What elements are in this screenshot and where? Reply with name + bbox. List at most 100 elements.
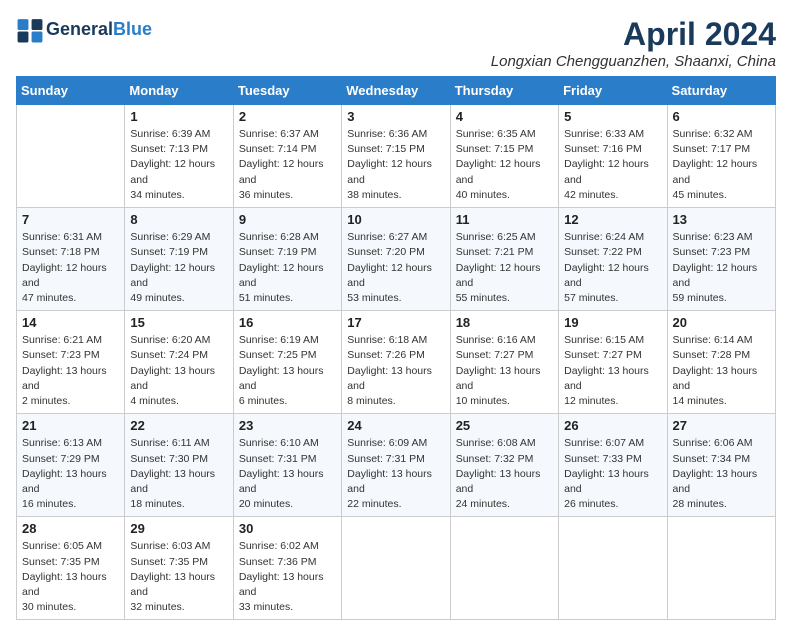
weekday-header: Sunday bbox=[17, 77, 125, 105]
calendar-cell: 11 Sunrise: 6:25 AMSunset: 7:21 PMDayligh… bbox=[450, 208, 558, 311]
day-number: 24 bbox=[347, 418, 444, 433]
weekday-header: Saturday bbox=[667, 77, 775, 105]
day-info: Sunrise: 6:24 AMSunset: 7:22 PMDaylight:… bbox=[564, 230, 661, 306]
day-number: 22 bbox=[130, 418, 227, 433]
calendar-cell: 14 Sunrise: 6:21 AMSunset: 7:23 PMDayligh… bbox=[17, 311, 125, 414]
day-info: Sunrise: 6:28 AMSunset: 7:19 PMDaylight:… bbox=[239, 230, 336, 306]
day-number: 1 bbox=[130, 109, 227, 124]
day-number: 4 bbox=[456, 109, 553, 124]
day-info: Sunrise: 6:39 AMSunset: 7:13 PMDaylight:… bbox=[130, 127, 227, 203]
day-number: 29 bbox=[130, 521, 227, 536]
day-number: 2 bbox=[239, 109, 336, 124]
day-info: Sunrise: 6:07 AMSunset: 7:33 PMDaylight:… bbox=[564, 436, 661, 512]
day-info: Sunrise: 6:13 AMSunset: 7:29 PMDaylight:… bbox=[22, 436, 119, 512]
calendar-cell: 15 Sunrise: 6:20 AMSunset: 7:24 PMDayligh… bbox=[125, 311, 233, 414]
page-header: GeneralBlue April 2024 Longxian Chenggua… bbox=[16, 16, 776, 70]
day-number: 25 bbox=[456, 418, 553, 433]
day-info: Sunrise: 6:03 AMSunset: 7:35 PMDaylight:… bbox=[130, 539, 227, 615]
calendar-cell: 4 Sunrise: 6:35 AMSunset: 7:15 PMDaylight… bbox=[450, 105, 558, 208]
calendar-cell: 25 Sunrise: 6:08 AMSunset: 7:32 PMDayligh… bbox=[450, 414, 558, 517]
day-info: Sunrise: 6:08 AMSunset: 7:32 PMDaylight:… bbox=[456, 436, 553, 512]
day-number: 5 bbox=[564, 109, 661, 124]
day-info: Sunrise: 6:35 AMSunset: 7:15 PMDaylight:… bbox=[456, 127, 553, 203]
day-number: 15 bbox=[130, 315, 227, 330]
calendar-table: SundayMondayTuesdayWednesdayThursdayFrid… bbox=[16, 76, 776, 620]
calendar-cell: 7Sunrise: 6:31 AMSunset: 7:18 PMDaylight… bbox=[17, 208, 125, 311]
day-number: 6 bbox=[673, 109, 770, 124]
calendar-cell: 24 Sunrise: 6:09 AMSunset: 7:31 PMDayligh… bbox=[342, 414, 450, 517]
title-area: April 2024 Longxian Chengguanzhen, Shaan… bbox=[491, 16, 776, 70]
day-number: 7 bbox=[22, 212, 119, 227]
calendar-cell: 28Sunrise: 6:05 AMSunset: 7:35 PMDayligh… bbox=[17, 517, 125, 620]
logo-text: GeneralBlue bbox=[46, 20, 152, 40]
day-info: Sunrise: 6:21 AMSunset: 7:23 PMDaylight:… bbox=[22, 333, 119, 409]
day-number: 19 bbox=[564, 315, 661, 330]
calendar-cell: 5 Sunrise: 6:33 AMSunset: 7:16 PMDaylight… bbox=[559, 105, 667, 208]
day-info: Sunrise: 6:14 AMSunset: 7:28 PMDaylight:… bbox=[673, 333, 770, 409]
calendar-cell: 26Sunrise: 6:07 AMSunset: 7:33 PMDayligh… bbox=[559, 414, 667, 517]
month-title: April 2024 bbox=[491, 16, 776, 53]
calendar-cell: 17 Sunrise: 6:18 AMSunset: 7:26 PMDayligh… bbox=[342, 311, 450, 414]
day-number: 18 bbox=[456, 315, 553, 330]
day-number: 20 bbox=[673, 315, 770, 330]
calendar-cell: 3 Sunrise: 6:36 AMSunset: 7:15 PMDaylight… bbox=[342, 105, 450, 208]
day-number: 3 bbox=[347, 109, 444, 124]
calendar-week-row: 28Sunrise: 6:05 AMSunset: 7:35 PMDayligh… bbox=[17, 517, 776, 620]
calendar-cell: 19 Sunrise: 6:15 AMSunset: 7:27 PMDayligh… bbox=[559, 311, 667, 414]
calendar-cell: 2 Sunrise: 6:37 AMSunset: 7:14 PMDaylight… bbox=[233, 105, 341, 208]
calendar-cell: 29 Sunrise: 6:03 AMSunset: 7:35 PMDayligh… bbox=[125, 517, 233, 620]
calendar-cell: 12 Sunrise: 6:24 AMSunset: 7:22 PMDayligh… bbox=[559, 208, 667, 311]
day-number: 11 bbox=[456, 212, 553, 227]
weekday-header: Wednesday bbox=[342, 77, 450, 105]
calendar-cell bbox=[342, 517, 450, 620]
day-number: 14 bbox=[22, 315, 119, 330]
day-info: Sunrise: 6:23 AMSunset: 7:23 PMDaylight:… bbox=[673, 230, 770, 306]
day-info: Sunrise: 6:20 AMSunset: 7:24 PMDaylight:… bbox=[130, 333, 227, 409]
calendar-cell: 18 Sunrise: 6:16 AMSunset: 7:27 PMDayligh… bbox=[450, 311, 558, 414]
day-number: 8 bbox=[130, 212, 227, 227]
day-number: 16 bbox=[239, 315, 336, 330]
calendar-cell: 27Sunrise: 6:06 AMSunset: 7:34 PMDayligh… bbox=[667, 414, 775, 517]
location-text: Longxian Chengguanzhen, Shaanxi, China bbox=[491, 53, 776, 70]
day-number: 30 bbox=[239, 521, 336, 536]
calendar-header-row: SundayMondayTuesdayWednesdayThursdayFrid… bbox=[17, 77, 776, 105]
calendar-cell: 16 Sunrise: 6:19 AMSunset: 7:25 PMDayligh… bbox=[233, 311, 341, 414]
weekday-header: Thursday bbox=[450, 77, 558, 105]
calendar-cell: 8 Sunrise: 6:29 AMSunset: 7:19 PMDaylight… bbox=[125, 208, 233, 311]
day-number: 17 bbox=[347, 315, 444, 330]
day-info: Sunrise: 6:25 AMSunset: 7:21 PMDaylight:… bbox=[456, 230, 553, 306]
day-number: 12 bbox=[564, 212, 661, 227]
calendar-cell: 10Sunrise: 6:27 AMSunset: 7:20 PMDayligh… bbox=[342, 208, 450, 311]
calendar-cell: 21Sunrise: 6:13 AMSunset: 7:29 PMDayligh… bbox=[17, 414, 125, 517]
day-info: Sunrise: 6:15 AMSunset: 7:27 PMDaylight:… bbox=[564, 333, 661, 409]
day-number: 13 bbox=[673, 212, 770, 227]
calendar-cell bbox=[450, 517, 558, 620]
day-info: Sunrise: 6:29 AMSunset: 7:19 PMDaylight:… bbox=[130, 230, 227, 306]
calendar-week-row: 1 Sunrise: 6:39 AMSunset: 7:13 PMDaylight… bbox=[17, 105, 776, 208]
day-info: Sunrise: 6:19 AMSunset: 7:25 PMDaylight:… bbox=[239, 333, 336, 409]
day-info: Sunrise: 6:02 AMSunset: 7:36 PMDaylight:… bbox=[239, 539, 336, 615]
day-info: Sunrise: 6:36 AMSunset: 7:15 PMDaylight:… bbox=[347, 127, 444, 203]
day-info: Sunrise: 6:32 AMSunset: 7:17 PMDaylight:… bbox=[673, 127, 770, 203]
calendar-cell: 22Sunrise: 6:11 AMSunset: 7:30 PMDayligh… bbox=[125, 414, 233, 517]
calendar-cell: 23 Sunrise: 6:10 AMSunset: 7:31 PMDayligh… bbox=[233, 414, 341, 517]
day-info: Sunrise: 6:16 AMSunset: 7:27 PMDaylight:… bbox=[456, 333, 553, 409]
calendar-cell bbox=[17, 105, 125, 208]
weekday-header: Monday bbox=[125, 77, 233, 105]
calendar-week-row: 21Sunrise: 6:13 AMSunset: 7:29 PMDayligh… bbox=[17, 414, 776, 517]
day-info: Sunrise: 6:09 AMSunset: 7:31 PMDaylight:… bbox=[347, 436, 444, 512]
day-info: Sunrise: 6:33 AMSunset: 7:16 PMDaylight:… bbox=[564, 127, 661, 203]
logo-icon bbox=[16, 16, 44, 44]
day-info: Sunrise: 6:10 AMSunset: 7:31 PMDaylight:… bbox=[239, 436, 336, 512]
day-number: 28 bbox=[22, 521, 119, 536]
calendar-cell: 9Sunrise: 6:28 AMSunset: 7:19 PMDaylight… bbox=[233, 208, 341, 311]
calendar-cell: 13 Sunrise: 6:23 AMSunset: 7:23 PMDayligh… bbox=[667, 208, 775, 311]
day-number: 23 bbox=[239, 418, 336, 433]
day-info: Sunrise: 6:37 AMSunset: 7:14 PMDaylight:… bbox=[239, 127, 336, 203]
calendar-cell: 1 Sunrise: 6:39 AMSunset: 7:13 PMDaylight… bbox=[125, 105, 233, 208]
calendar-cell: 30 Sunrise: 6:02 AMSunset: 7:36 PMDayligh… bbox=[233, 517, 341, 620]
day-number: 10 bbox=[347, 212, 444, 227]
calendar-cell: 20 Sunrise: 6:14 AMSunset: 7:28 PMDayligh… bbox=[667, 311, 775, 414]
logo: GeneralBlue bbox=[16, 16, 152, 44]
day-info: Sunrise: 6:18 AMSunset: 7:26 PMDaylight:… bbox=[347, 333, 444, 409]
